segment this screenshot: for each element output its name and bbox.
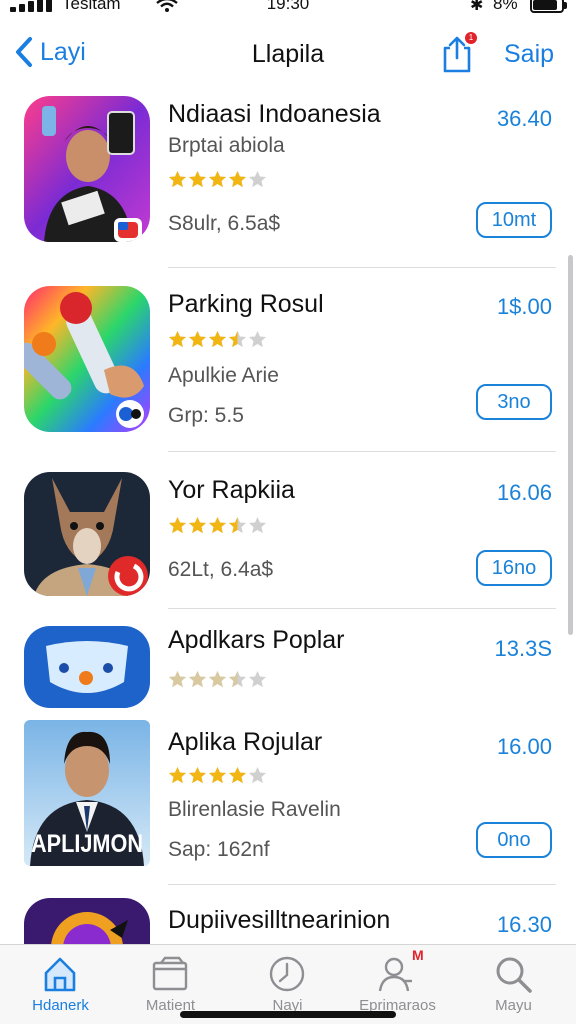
app-price: 16.30 (496, 912, 552, 937)
app-name: Aplika Rojular (168, 728, 323, 756)
app-icon (24, 626, 150, 708)
app-price: 16.00 (496, 734, 552, 759)
folder-icon (152, 956, 188, 991)
app-list-item[interactable]: Apdlkars Poplar 13.3S (0, 626, 576, 710)
status-time: 19:30 (266, 0, 310, 13)
tab-home[interactable]: Hdanerk (3, 945, 118, 1024)
app-icon: APLIJMON (24, 720, 150, 866)
star-icon (188, 330, 207, 348)
divider (168, 884, 556, 885)
share-badge: 1 (465, 32, 477, 44)
status-bar: Tesitam 19:30 ✱ 8% (0, 0, 576, 18)
app-list-item[interactable]: Ndiaasi Indoanesia 36.40 Brptai abiola S… (0, 96, 576, 256)
app-subtitle: Brptai abiola (168, 134, 285, 157)
app-icon (24, 472, 150, 596)
app-list-item[interactable]: Parking Rosul 1$.00 Apulkie Arie Grp: 5.… (0, 286, 576, 436)
app-price: 36.40 (496, 106, 552, 131)
star-rating (168, 170, 267, 190)
star-icon (208, 170, 227, 188)
divider (168, 451, 556, 452)
get-button[interactable]: 16no (476, 550, 552, 586)
star-icon (208, 766, 227, 784)
tab-label: Hdanerk (32, 997, 89, 1014)
get-button[interactable]: 10mt (476, 202, 552, 238)
search-icon (496, 957, 532, 993)
home-icon (44, 957, 76, 992)
star-icon (248, 170, 267, 188)
clock-icon (269, 956, 305, 992)
divider (168, 267, 556, 268)
star-icon (188, 516, 207, 534)
app-icon (24, 286, 150, 432)
app-icon-text: APLIJMON (31, 830, 143, 858)
scrollbar[interactable] (568, 255, 573, 635)
star-rating (168, 516, 267, 536)
home-indicator (180, 1011, 396, 1018)
star-icon (248, 670, 267, 688)
app-price: 1$.00 (496, 294, 552, 319)
divider (168, 608, 556, 609)
star-icon (248, 330, 267, 348)
app-meta: Sap: 162nf (168, 838, 270, 861)
star-icon (228, 670, 247, 688)
app-subtitle: Blirenlasie Ravelin (168, 798, 341, 821)
star-icon (208, 516, 227, 534)
battery-icon (530, 0, 567, 13)
star-icon (168, 670, 187, 688)
navigation-bar: Layi Llapila 1 Saip (0, 30, 576, 82)
star-icon (248, 766, 267, 784)
app-meta: 62Lt, 6.4a$ (168, 558, 274, 581)
app-list-item[interactable]: APLIJMON Aplika Rojular 16.00 Blirenlasi… (0, 720, 576, 870)
star-rating (168, 766, 267, 786)
app-meta: S8ulr, 6.5a$ (168, 212, 281, 235)
app-name: Apdlkars Poplar (168, 626, 345, 654)
get-button[interactable]: 0no (476, 822, 552, 858)
star-icon (168, 516, 187, 534)
star-icon (168, 330, 187, 348)
app-meta: Grp: 5.5 (168, 404, 244, 427)
star-rating (168, 330, 267, 350)
app-subtitle: Apulkie Arie (168, 364, 279, 387)
app-list-item[interactable]: Yor Rapkiia 16.06 62Lt, 6.4a$ 16no (0, 472, 576, 598)
star-icon (188, 170, 207, 188)
app-icon (24, 898, 150, 944)
star-icon (168, 170, 187, 188)
app-name: Ndiaasi Indoanesia (168, 100, 381, 128)
star-icon (188, 670, 207, 688)
tab-search[interactable]: Mayu (456, 945, 571, 1024)
get-button[interactable]: 3no (476, 384, 552, 420)
star-icon (208, 330, 227, 348)
app-list-item[interactable]: Dupiivesilltnearinion 16.30 (0, 898, 576, 944)
app-name: Parking Rosul (168, 290, 324, 318)
star-icon (168, 766, 187, 784)
star-icon (228, 516, 247, 534)
tab-badge: M (412, 947, 424, 963)
bluetooth-icon: ✱ (470, 0, 484, 14)
app-icon (24, 96, 150, 242)
page-title: Llapila (251, 40, 325, 68)
star-icon (228, 170, 247, 188)
star-icon (248, 516, 267, 534)
app-name: Yor Rapkiia (168, 476, 295, 504)
star-icon (228, 766, 247, 784)
battery-percentage: 8% (493, 0, 518, 13)
star-rating (168, 670, 267, 690)
star-icon (228, 330, 247, 348)
star-icon (188, 766, 207, 784)
app-price: 16.06 (496, 480, 552, 505)
save-button[interactable]: Saip (504, 40, 554, 69)
tab-label: Mayu (495, 997, 532, 1014)
star-icon (208, 670, 227, 688)
app-name: Dupiivesilltnearinion (168, 906, 391, 934)
app-price: 13.3S (494, 636, 553, 661)
